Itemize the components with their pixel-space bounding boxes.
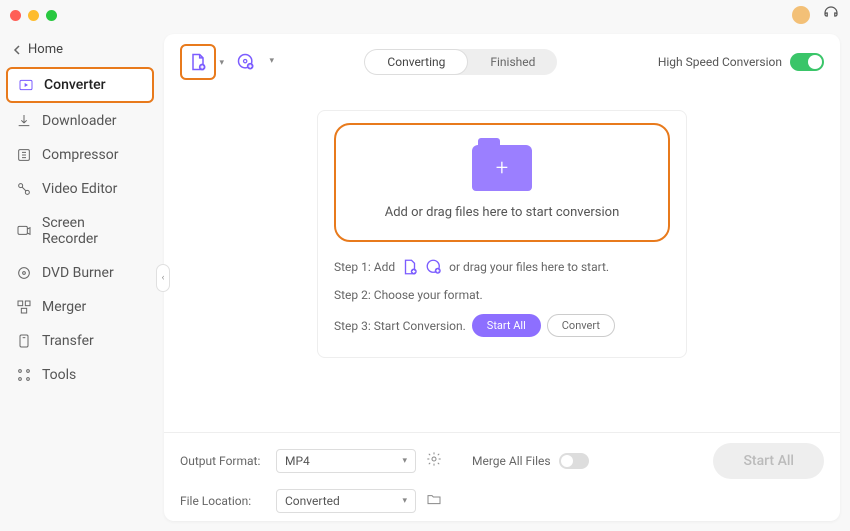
- dropzone-container: + Add or drag files here to start conver…: [317, 110, 687, 358]
- sidebar-item-converter[interactable]: Converter: [6, 67, 154, 103]
- sidebar-item-label: Merger: [42, 299, 86, 315]
- output-format-select[interactable]: MP4 ▾: [276, 449, 416, 473]
- sidebar-item-screen-recorder[interactable]: Screen Recorder: [6, 207, 154, 255]
- settings-icon[interactable]: [426, 451, 442, 471]
- tab-control: Converting Finished: [364, 49, 557, 75]
- sidebar-item-transfer[interactable]: Transfer: [6, 325, 154, 357]
- high-speed-toggle[interactable]: [790, 53, 824, 71]
- step-2-text: Step 2: Choose your format.: [334, 288, 483, 302]
- dropzone-text: Add or drag files here to start conversi…: [385, 205, 620, 220]
- sidebar-collapse-button[interactable]: ‹: [156, 264, 170, 292]
- minimize-window-button[interactable]: [28, 10, 39, 21]
- convert-pill-button[interactable]: Convert: [547, 314, 615, 337]
- sidebar-item-video-editor[interactable]: Video Editor: [6, 173, 154, 205]
- tools-icon: [16, 367, 32, 383]
- disc-plus-icon: [425, 258, 443, 276]
- compressor-icon: [16, 147, 32, 163]
- dvd-burner-icon: [16, 265, 32, 281]
- content-area: + Add or drag files here to start conver…: [164, 90, 840, 432]
- tab-converting[interactable]: Converting: [364, 49, 468, 75]
- folder-plus-icon: +: [472, 145, 532, 191]
- sidebar-item-downloader[interactable]: Downloader: [6, 105, 154, 137]
- sidebar-item-label: DVD Burner: [42, 265, 114, 281]
- user-avatar-icon[interactable]: [792, 6, 810, 24]
- video-editor-icon: [16, 181, 32, 197]
- sidebar-item-label: Compressor: [42, 147, 118, 163]
- sidebar-item-label: Video Editor: [42, 181, 117, 197]
- start-all-pill-button[interactable]: Start All: [472, 314, 541, 337]
- main-panel: ‹ ▾ ▾ Converting Finished High Speed Con…: [164, 34, 840, 521]
- chevron-down-icon: ▾: [269, 56, 274, 66]
- sidebar-item-label: Converter: [44, 77, 106, 93]
- merge-label: Merge All Files: [472, 454, 551, 468]
- sidebar-item-label: Downloader: [42, 113, 117, 129]
- add-disc-button[interactable]: ▾: [228, 44, 264, 80]
- high-speed-label: High Speed Conversion: [658, 55, 782, 69]
- dropzone[interactable]: + Add or drag files here to start conver…: [334, 123, 670, 242]
- screen-recorder-icon: [16, 223, 32, 239]
- step-2: Step 2: Choose your format.: [334, 288, 670, 302]
- file-plus-icon: [188, 52, 208, 72]
- tab-finished[interactable]: Finished: [468, 49, 557, 75]
- home-link[interactable]: Home: [6, 38, 154, 61]
- close-window-button[interactable]: [10, 10, 21, 21]
- step-3-text: Step 3: Start Conversion.: [334, 319, 466, 333]
- file-location-select[interactable]: Converted ▾: [276, 489, 416, 513]
- merge-toggle[interactable]: [559, 453, 589, 469]
- step-1-text-b: or drag your files here to start.: [449, 260, 609, 274]
- chevron-down-icon: ▾: [402, 496, 407, 506]
- sidebar-item-label: Tools: [42, 367, 76, 383]
- sidebar-item-merger[interactable]: Merger: [6, 291, 154, 323]
- output-format-value: MP4: [285, 454, 310, 468]
- sidebar-item-label: Transfer: [42, 333, 94, 349]
- sidebar-item-label: Screen Recorder: [42, 215, 144, 247]
- steps-list: Step 1: Add or drag your files here to s…: [334, 258, 670, 337]
- sidebar-item-compressor[interactable]: Compressor: [6, 139, 154, 171]
- merger-icon: [16, 299, 32, 315]
- sidebar-item-tools[interactable]: Tools: [6, 359, 154, 391]
- chevron-down-icon: ▾: [219, 58, 224, 68]
- start-all-button[interactable]: Start All: [713, 443, 824, 479]
- sidebar-item-dvd-burner[interactable]: DVD Burner: [6, 257, 154, 289]
- disc-plus-icon: [236, 52, 256, 72]
- add-file-button[interactable]: ▾: [180, 44, 216, 80]
- chevron-down-icon: ▾: [402, 456, 407, 466]
- output-format-label: Output Format:: [180, 454, 266, 468]
- file-plus-icon: [401, 258, 419, 276]
- support-icon[interactable]: [822, 4, 840, 26]
- converter-icon: [18, 77, 34, 93]
- step-1-text-a: Step 1: Add: [334, 260, 395, 274]
- transfer-icon: [16, 333, 32, 349]
- step-1: Step 1: Add or drag your files here to s…: [334, 258, 670, 276]
- file-location-label: File Location:: [180, 494, 266, 508]
- sidebar: Home Converter Downloader Compressor Vid…: [0, 30, 160, 531]
- toolbar: ▾ ▾ Converting Finished High Speed Conve…: [164, 34, 840, 90]
- home-label: Home: [28, 42, 63, 57]
- titlebar: [0, 0, 850, 30]
- file-location-value: Converted: [285, 494, 340, 508]
- folder-icon[interactable]: [426, 491, 442, 511]
- downloader-icon: [16, 113, 32, 129]
- window-controls: [10, 10, 57, 21]
- maximize-window-button[interactable]: [46, 10, 57, 21]
- step-3: Step 3: Start Conversion. Start All Conv…: [334, 314, 670, 337]
- footer: Output Format: MP4 ▾ Merge All Files Sta…: [164, 432, 840, 521]
